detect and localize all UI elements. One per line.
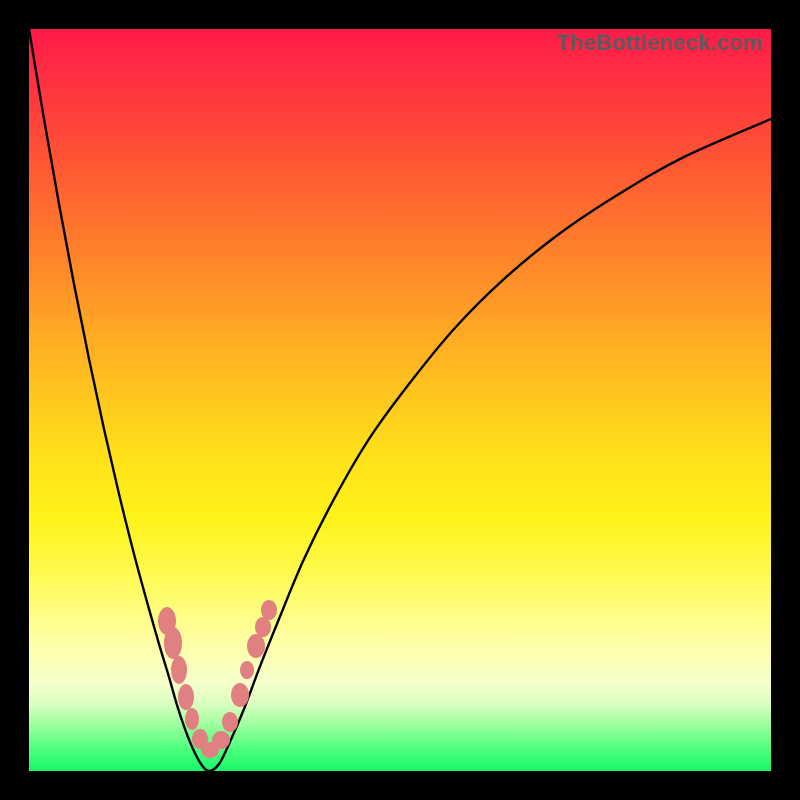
- chart-frame: TheBottleneck.com: [0, 0, 800, 800]
- marker-point: [222, 712, 238, 732]
- marker-point: [178, 684, 194, 710]
- bottleneck-curve: [29, 29, 771, 771]
- marker-point: [255, 617, 271, 637]
- marker-point: [164, 627, 182, 659]
- curve-layer: [29, 29, 771, 771]
- marker-point: [247, 634, 265, 658]
- marker-point: [185, 708, 199, 730]
- marker-point: [231, 683, 249, 707]
- plot-area: TheBottleneck.com: [29, 29, 771, 771]
- marker-point: [171, 656, 187, 684]
- marker-point: [212, 731, 230, 749]
- marker-point: [240, 661, 254, 679]
- marker-point: [261, 600, 277, 620]
